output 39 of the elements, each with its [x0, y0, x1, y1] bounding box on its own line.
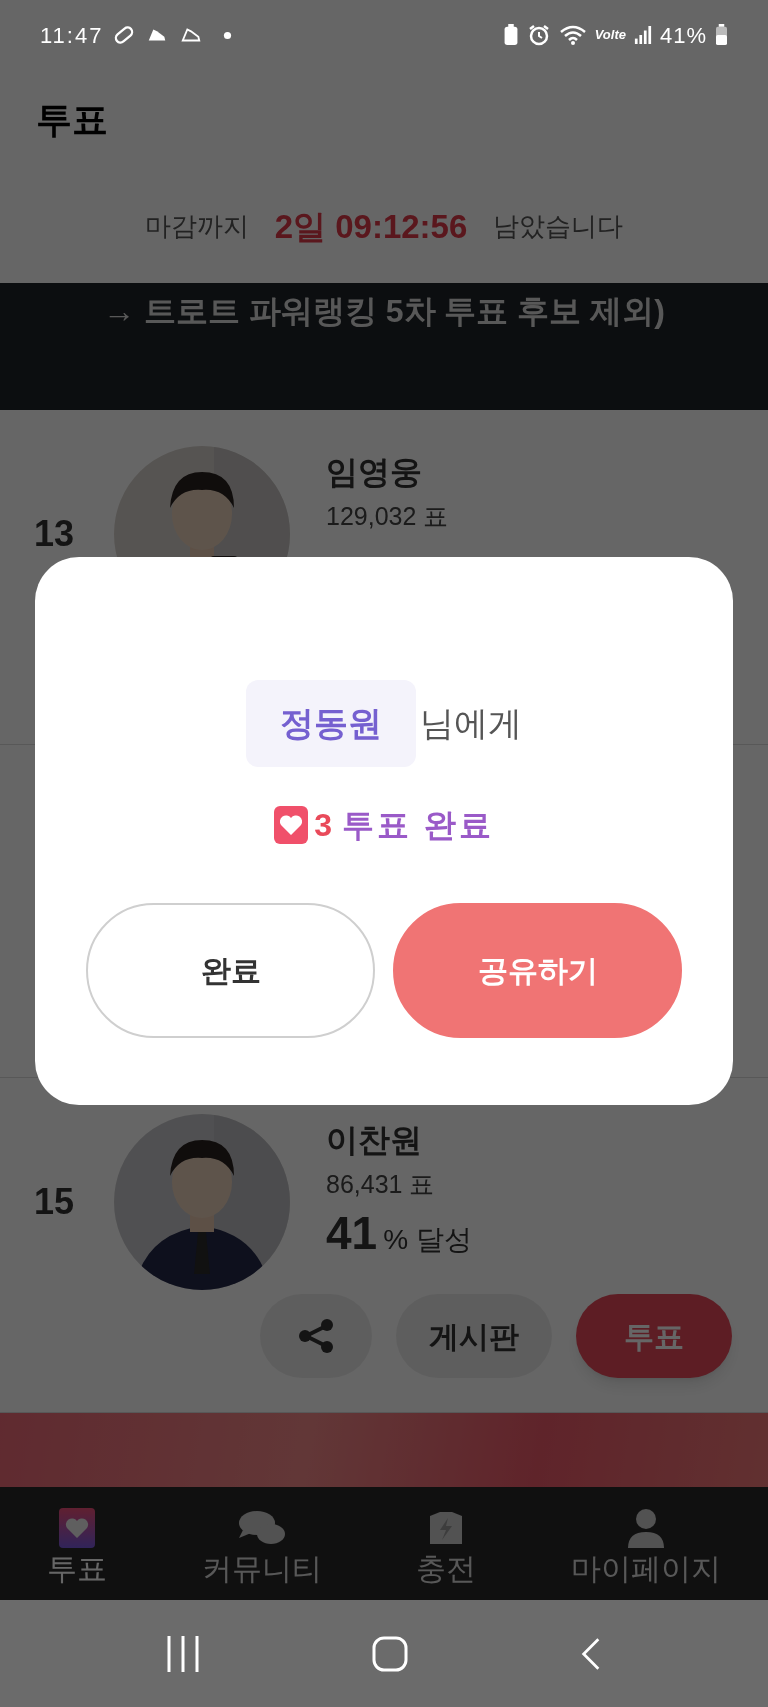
achievement-label: % 달성 — [383, 1222, 472, 1257]
board-button[interactable]: 게시판 — [396, 1294, 552, 1378]
vote-count: 129,032 표 — [326, 501, 449, 532]
banner-text: → 트로트 파워랭킹 5차 투표 후보 제외) — [103, 292, 665, 331]
notification-dot-icon — [223, 30, 233, 40]
back-icon[interactable] — [580, 1635, 602, 1672]
signal-icon — [633, 24, 652, 46]
countdown-label: 마감까지 — [144, 210, 249, 243]
nav-tab[interactable]: 커뮤니티 — [201, 1507, 322, 1588]
person-icon — [627, 1507, 664, 1548]
recipient-suffix: 님에게 — [420, 703, 522, 744]
battery-saver-icon — [502, 24, 519, 46]
achievement-percent: 41 — [326, 1209, 378, 1256]
rank-number: 15 — [34, 1180, 76, 1224]
pill-icon — [113, 24, 136, 46]
candidate-name: 이찬원 — [326, 1121, 423, 1160]
page-title: 투표 — [36, 98, 108, 142]
home-icon[interactable] — [372, 1635, 408, 1672]
recipient-name: 정동원 — [246, 680, 416, 767]
status-time: 11:47 — [40, 21, 104, 50]
candidate-name: 임영웅 — [326, 453, 423, 492]
battery-icon — [715, 24, 728, 46]
nav-tab[interactable]: 충전 — [416, 1507, 477, 1588]
vote-complete-text: 투표 완료 — [341, 806, 494, 845]
vote-count: 86,431 표 — [326, 1169, 436, 1200]
done-button[interactable]: 완료 — [86, 903, 375, 1038]
network-label: Volte — [594, 26, 626, 45]
countdown-label: 남았습니다 — [493, 210, 624, 243]
share-button[interactable]: 공유하기 — [393, 903, 682, 1038]
nav-tab[interactable]: 마이페이지 — [570, 1507, 721, 1588]
vote-button[interactable]: 투표 — [576, 1294, 732, 1378]
share-icon — [296, 1318, 336, 1354]
vote-count-number: 3 — [314, 806, 332, 845]
nav-tab[interactable]: 투표 — [47, 1507, 108, 1588]
countdown-timer: 2일 09:12:56 — [274, 206, 468, 247]
recent-apps-icon[interactable] — [166, 1633, 200, 1674]
battery-percent: 41% — [659, 21, 707, 50]
rank-number: 13 — [34, 512, 76, 556]
wifi-icon — [558, 23, 587, 47]
